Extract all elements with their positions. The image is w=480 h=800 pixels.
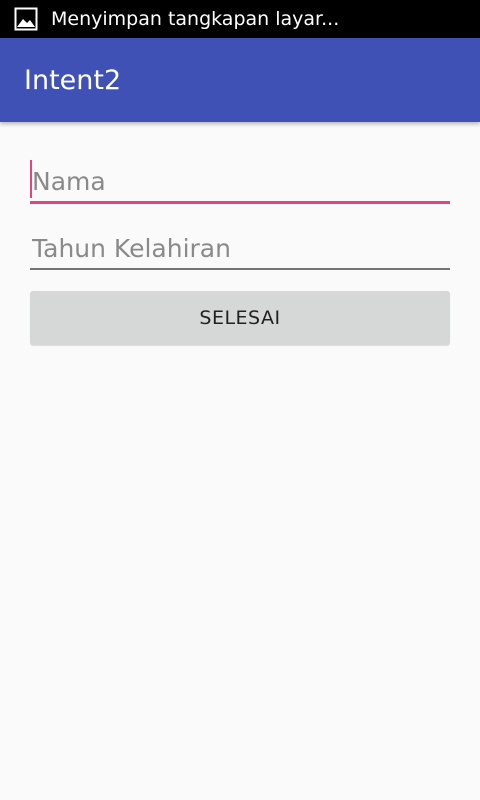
image-icon	[14, 7, 38, 31]
birth-year-field[interactable]	[30, 228, 450, 270]
text-cursor	[30, 160, 32, 198]
page-title: Intent2	[24, 65, 122, 96]
name-input[interactable]	[30, 161, 450, 201]
app-bar: Intent2	[0, 38, 480, 122]
birth-year-field-underline	[30, 268, 450, 270]
birth-year-input[interactable]	[30, 228, 450, 268]
finish-button[interactable]: SELESAI	[30, 291, 450, 345]
status-notification-text: Menyimpan tangkapan layar...	[51, 8, 340, 30]
status-bar: Menyimpan tangkapan layar...	[0, 0, 480, 38]
name-field[interactable]	[30, 160, 450, 204]
name-field-underline	[30, 201, 450, 204]
